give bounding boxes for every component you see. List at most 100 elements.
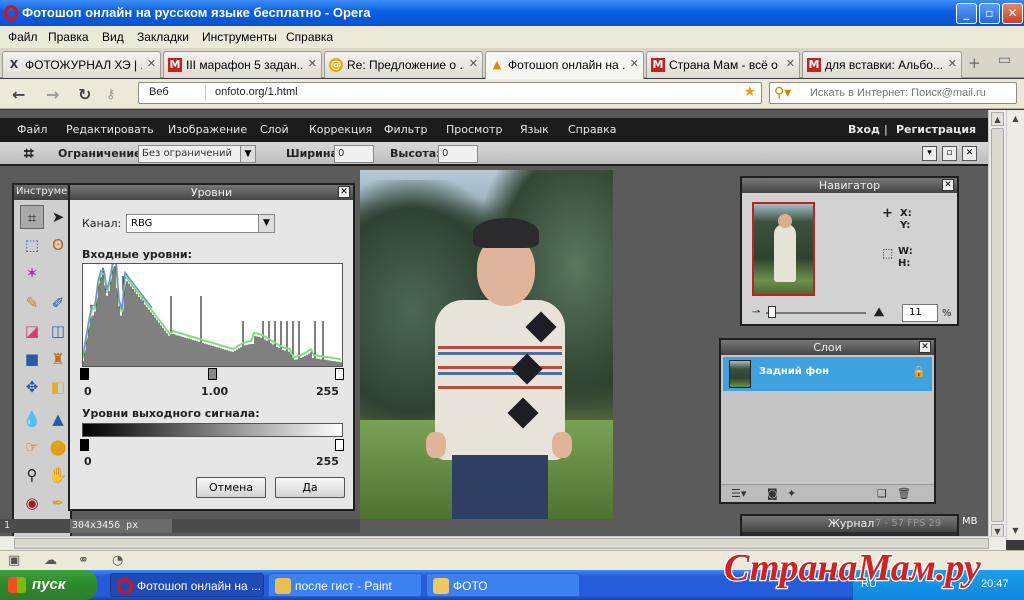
bookmark-star-icon[interactable]: ★ (743, 84, 756, 100)
login-link[interactable]: Вход (848, 123, 880, 136)
cancel-button[interactable]: Отмена (196, 477, 266, 498)
task-folder[interactable]: ФОТО (426, 573, 580, 597)
height-input[interactable]: 0 (438, 145, 478, 163)
layer-mask-icon[interactable]: ◙ (767, 487, 778, 500)
picker-tool-icon[interactable]: ✒ (46, 491, 70, 515)
layer-row[interactable]: Задний фон 🔒 (723, 357, 932, 391)
tab-close-icon[interactable]: ✕ (469, 57, 478, 70)
url-text[interactable]: onfoto.org/1.html (215, 86, 298, 98)
page-side-scrollbar[interactable]: ▲ ▼ (1006, 110, 1024, 540)
smudge-tool-icon[interactable]: ☞ (20, 435, 44, 459)
side-scroll-up-icon[interactable]: ▲ (1009, 112, 1022, 126)
tab-close-icon[interactable]: ✕ (948, 57, 957, 70)
tab-close-icon[interactable]: ✕ (630, 57, 639, 70)
app-menu-image[interactable]: Изображение (168, 123, 247, 136)
tab-photojournal[interactable]: X ФОТОЖУРНАЛ ХЭ | ... ✕ (2, 51, 161, 78)
sponge-tool-icon[interactable]: ⬤ (46, 435, 70, 459)
magic-wand-tool-icon[interactable]: ✶ (20, 261, 44, 285)
menu-help[interactable]: Справка (286, 30, 333, 44)
menu-bookmarks[interactable]: Закладки (137, 30, 189, 44)
tab-list-icon[interactable]: ▭ (998, 52, 1011, 68)
menu-file[interactable]: Файл (8, 30, 38, 44)
output-black-slider[interactable] (80, 439, 89, 451)
layer-style-icon[interactable]: ✦ (787, 487, 796, 500)
panel-toggle-icon[interactable]: ▣ (8, 553, 20, 568)
scroll-up-icon[interactable]: ▲ (991, 112, 1004, 126)
tab-close-icon[interactable]: ✕ (308, 57, 317, 70)
blur-tool-icon[interactable]: 💧 (20, 407, 44, 431)
width-input[interactable]: 0 (334, 145, 374, 163)
register-link[interactable]: Регистрация (896, 123, 976, 136)
app-menu-filter[interactable]: Фильтр (384, 123, 428, 136)
channel-select[interactable]: RBG (126, 214, 274, 233)
opera-unite-icon[interactable]: ☁ (44, 553, 57, 568)
turbo-icon[interactable]: ◔ (112, 553, 123, 568)
redeye-tool-icon[interactable]: ◉ (20, 491, 44, 515)
zoom-slider[interactable] (766, 312, 866, 314)
app-menu-file[interactable]: Файл (17, 123, 47, 136)
zoom-input[interactable]: 11 (902, 304, 938, 322)
app-menu-adjust[interactable]: Коррекция (309, 123, 372, 136)
app-maximize-button[interactable]: ▫ (942, 146, 957, 161)
navigator-close-button[interactable]: ✕ (942, 179, 954, 191)
forward-icon[interactable]: → (46, 85, 59, 104)
hand-tool-icon[interactable]: ✋ (46, 463, 70, 487)
zoom-out-icon[interactable]: ⇀ (752, 307, 760, 318)
zoom-slider-knob[interactable] (768, 306, 776, 318)
start-button[interactable]: пуск (0, 570, 97, 600)
minimize-button[interactable]: _ (956, 3, 977, 24)
lasso-tool-icon[interactable]: ʘ (46, 233, 70, 257)
app-minimize-button[interactable]: ▾ (922, 146, 937, 161)
tab-close-icon[interactable]: ✕ (147, 57, 156, 70)
move-tool-icon[interactable]: ➤ (46, 205, 70, 229)
levels-close-button[interactable]: ✕ (338, 186, 350, 198)
tab-album[interactable]: M для вставки: Альбо... ✕ (802, 51, 962, 78)
zoom-in-icon[interactable]: ⛰ (874, 305, 884, 320)
app-menu-edit[interactable]: Редактировать (66, 123, 154, 136)
gradient-tool-icon[interactable]: ■ (20, 347, 44, 371)
side-scroll-down-icon[interactable]: ▼ (1009, 524, 1022, 538)
pencil-tool-icon[interactable]: ✎ (20, 291, 44, 315)
language-indicator[interactable]: RU (861, 578, 877, 590)
menu-edit[interactable]: Правка (48, 30, 89, 44)
tab-proposal[interactable]: @ Re: Предложение о ... ✕ (324, 51, 483, 78)
navigator-thumbnail[interactable] (752, 202, 815, 296)
new-tab-icon[interactable]: + (968, 54, 981, 72)
colorreplace-tool-icon[interactable]: ✥ (20, 375, 44, 399)
input-white-slider[interactable] (335, 368, 344, 380)
page-vertical-scrollbar[interactable]: ▲ ▼ (988, 110, 1006, 540)
constraint-dropdown-icon[interactable]: ▼ (240, 145, 256, 163)
bucket-tool-icon[interactable]: ◫ (46, 319, 70, 343)
app-menu-view[interactable]: Просмотр (446, 123, 502, 136)
channel-dropdown-icon[interactable]: ▼ (258, 214, 275, 233)
close-button[interactable]: ✕ (1002, 3, 1023, 24)
opera-link-icon[interactable]: ⚭ (78, 553, 89, 568)
input-gamma-slider[interactable] (208, 368, 217, 380)
menu-view[interactable]: Вид (102, 30, 124, 44)
tab-photoshop-online[interactable]: ▲ Фотошоп онлайн на ... ✕ (485, 51, 644, 79)
output-white-slider[interactable] (335, 439, 344, 451)
stamp-tool-icon[interactable]: ♜ (46, 347, 70, 371)
delete-layer-icon[interactable]: 🗑 (897, 487, 911, 500)
search-field[interactable]: ⚲▾ Искать в Интернет: Поиск@mail.ru (769, 82, 1017, 104)
page-horizontal-scrollbar[interactable] (0, 536, 1006, 550)
app-close-button[interactable]: ✕ (962, 146, 977, 161)
sharpen-tool-icon[interactable]: ▲ (46, 407, 70, 431)
shape-tool-icon[interactable]: ◧ (46, 375, 70, 399)
new-layer-icon[interactable]: ❏ (877, 487, 887, 500)
task-opera[interactable]: Фотошоп онлайн на ... (110, 573, 264, 597)
input-black-slider[interactable] (80, 368, 89, 380)
menu-tools[interactable]: Инструменты (202, 30, 277, 44)
address-field[interactable]: Веб onfoto.org/1.html ★ (138, 82, 762, 104)
layer-settings-icon[interactable]: ☰▾ (731, 487, 746, 500)
zoom-tool-icon[interactable]: ⚲ (20, 463, 44, 487)
key-icon[interactable]: ⚷ (106, 87, 116, 102)
maximize-button[interactable]: ▫ (979, 3, 1000, 24)
search-engine-icon[interactable]: ⚲▾ (774, 85, 791, 101)
crop-tool-icon[interactable]: ⌗ (20, 205, 44, 229)
lock-icon[interactable]: 🔒 (912, 365, 926, 378)
back-icon[interactable]: ← (12, 85, 25, 104)
tab-close-icon[interactable]: ✕ (786, 57, 795, 70)
eraser-tool-icon[interactable]: ◪ (20, 319, 44, 343)
app-menu-language[interactable]: Язык (520, 123, 549, 136)
